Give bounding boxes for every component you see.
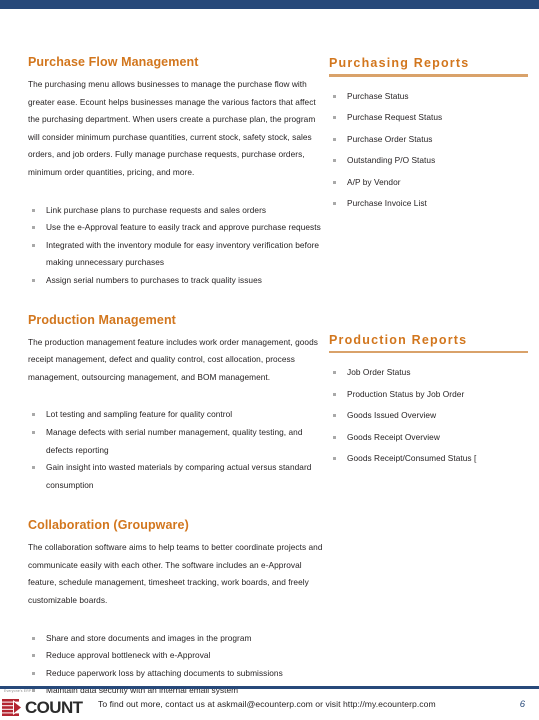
list-item: Lot testing and sampling feature for qua… [28, 406, 328, 424]
list-item: Use the e-Approval feature to easily tra… [28, 219, 328, 237]
heading-rule-production-reports [329, 350, 528, 353]
report-list-purchasing: Purchase Status Purchase Request Status … [329, 86, 529, 215]
section-collaboration: Collaboration (Groupware) The collaborat… [28, 518, 328, 700]
list-item: Goods Receipt/Consumed Status [ [329, 448, 529, 470]
section-purchase-flow: Purchase Flow Management The purchasing … [28, 55, 328, 290]
section-production-management: Production Management The production man… [28, 313, 328, 495]
section-paragraph-production-management: The production management feature includ… [28, 336, 318, 382]
page-number: 6 [519, 698, 525, 710]
list-item: Integrated with the inventory module for… [28, 237, 328, 272]
list-item: Assign serial numbers to purchases to tr… [28, 272, 328, 290]
list-item: Link purchase plans to purchase requests… [28, 202, 328, 220]
list-item: Production Status by Job Order [329, 384, 529, 406]
list-item: Reduce approval bottleneck with e-Approv… [28, 647, 328, 665]
right-column: Purchasing Reports Purchase Status Purch… [329, 55, 529, 470]
list-item: Share and store documents and images in … [28, 630, 328, 648]
section-title-collaboration: Collaboration (Groupware) [28, 518, 189, 533]
ecount-logo-mark-icon [2, 698, 24, 717]
list-item: A/P by Vendor [329, 172, 529, 194]
footer-contact-text: To find out more, contact us at askmail@… [98, 699, 436, 710]
page-footer: Everyone's ERP COUNT To find out more, c… [0, 686, 539, 720]
list-item: Purchase Invoice List [329, 193, 529, 215]
list-item: Outstanding P/O Status [329, 150, 529, 172]
section-paragraph-purchase-flow: The purchasing menu allows businesses to… [28, 79, 316, 177]
list-item: Purchase Request Status [329, 107, 529, 129]
list-item: Job Order Status [329, 362, 529, 384]
ecount-logo: Everyone's ERP COUNT [2, 689, 94, 718]
list-item: Purchase Status [329, 86, 529, 108]
section-title-purchasing-reports: Purchasing Reports [329, 56, 470, 70]
heading-rule-purchasing-reports [329, 74, 528, 77]
bullet-list-production-management: Lot testing and sampling feature for qua… [28, 406, 328, 494]
bullet-list-purchase-flow: Link purchase plans to purchase requests… [28, 202, 328, 290]
list-item: Manage defects with serial number manage… [28, 424, 328, 459]
page-content: Purchase Flow Management The purchasing … [0, 55, 539, 695]
list-item: Goods Receipt Overview [329, 427, 529, 449]
section-title-production-management: Production Management [28, 312, 176, 327]
list-item: Reduce paperwork loss by attaching docum… [28, 665, 328, 683]
list-item: Goods Issued Overview [329, 405, 529, 427]
top-decorative-bar [0, 0, 539, 9]
list-item: Purchase Order Status [329, 129, 529, 151]
logo-tagline: Everyone's ERP [4, 689, 32, 694]
section-production-reports: Production Reports Job Order Status Prod… [329, 332, 529, 470]
list-item: Gain insight into wasted materials by co… [28, 459, 328, 494]
report-list-production: Job Order Status Production Status by Jo… [329, 362, 529, 470]
section-paragraph-collaboration: The collaboration software aims to help … [28, 542, 323, 606]
left-column: Purchase Flow Management The purchasing … [28, 55, 328, 700]
section-purchasing-reports: Purchasing Reports Purchase Status Purch… [329, 55, 529, 215]
section-title-production-reports: Production Reports [329, 332, 468, 347]
brochure-page: Purchase Flow Management The purchasing … [0, 0, 539, 720]
logo-wordmark: COUNT [25, 698, 83, 718]
section-title-purchase-flow: Purchase Flow Management [28, 55, 199, 69]
